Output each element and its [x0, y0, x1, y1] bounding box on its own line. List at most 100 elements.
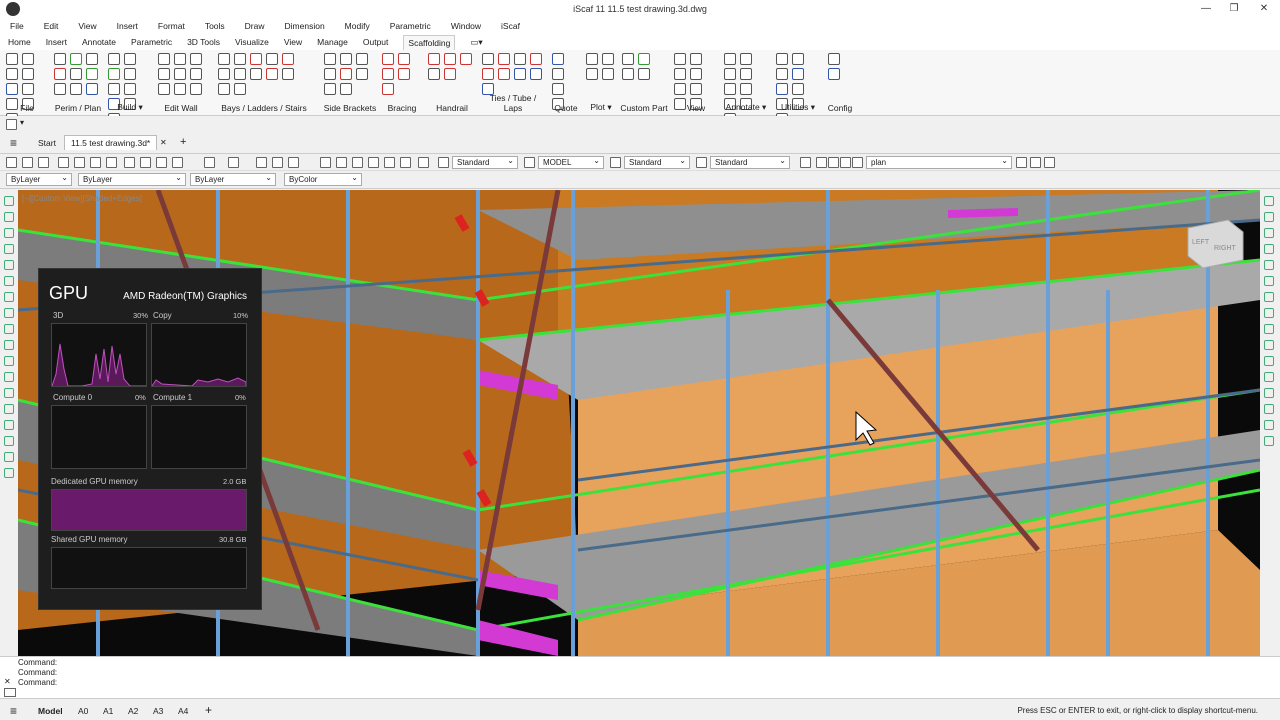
region-icon[interactable]: [4, 372, 14, 382]
layer-states-icon[interactable]: [1030, 157, 1041, 168]
menu-insert[interactable]: Insert: [117, 21, 138, 31]
save-icon[interactable]: [6, 119, 17, 130]
menu-view[interactable]: View: [78, 21, 96, 31]
tab-parametric[interactable]: Parametric: [131, 37, 172, 47]
boundary-icon[interactable]: [4, 420, 14, 430]
tab-annotate[interactable]: Annotate: [82, 37, 116, 47]
mleader-style-select[interactable]: Standard: [710, 155, 790, 169]
close-tab-icon[interactable]: ✕: [160, 138, 167, 147]
group-label-build[interactable]: Build ▾: [106, 102, 154, 113]
print-icon[interactable]: [58, 157, 69, 168]
open-icon[interactable]: [22, 157, 33, 168]
group-label-custom-part[interactable]: Custom Part: [620, 103, 668, 113]
tab-start[interactable]: Start: [32, 136, 62, 150]
new-icon[interactable]: [6, 157, 17, 168]
offset-icon[interactable]: [1264, 244, 1274, 254]
save-icon[interactable]: [38, 157, 49, 168]
hatch-icon[interactable]: [4, 356, 14, 366]
group-label-perim-plan[interactable]: Perim / Plan: [52, 103, 104, 113]
tab-visualize[interactable]: Visualize: [235, 37, 269, 47]
ellipse-icon[interactable]: [4, 308, 14, 318]
group-label-ties[interactable]: Ties / Tube / Laps: [480, 93, 546, 113]
command-input[interactable]: [38, 687, 1278, 697]
restore-button[interactable]: ❐: [1224, 2, 1244, 16]
layer-previous-icon[interactable]: [1016, 157, 1027, 168]
text-style-select[interactable]: Standard: [452, 155, 518, 169]
arc-icon[interactable]: [4, 228, 14, 238]
stretch-icon[interactable]: [1264, 324, 1274, 334]
menu-tools[interactable]: Tools: [205, 21, 225, 31]
point-icon[interactable]: [4, 340, 14, 350]
scale-icon[interactable]: [1264, 308, 1274, 318]
table-icon[interactable]: [4, 388, 14, 398]
rotate-icon[interactable]: [1264, 292, 1274, 302]
ribbon-options-icon[interactable]: ▭▾: [470, 37, 482, 48]
tool-palettes-icon[interactable]: [352, 157, 363, 168]
layout-tab-a1[interactable]: A1: [103, 706, 113, 716]
break-icon[interactable]: [1264, 372, 1274, 382]
group-label-view[interactable]: View: [672, 103, 720, 113]
close-command-icon[interactable]: ✕: [4, 677, 11, 686]
rectangle-icon[interactable]: [4, 260, 14, 270]
pan-icon[interactable]: [256, 157, 267, 168]
copy-object-icon[interactable]: [1264, 212, 1274, 222]
chevron-down-icon[interactable]: ▾: [20, 118, 24, 127]
join-icon[interactable]: [1264, 388, 1274, 398]
menu-iscaf[interactable]: iScaf: [501, 21, 520, 31]
space-icon[interactable]: [524, 157, 535, 168]
add-tab-icon[interactable]: +: [180, 136, 186, 148]
design-center-icon[interactable]: [336, 157, 347, 168]
circle-icon[interactable]: [4, 276, 14, 286]
erase-icon[interactable]: [1264, 196, 1274, 206]
undo-icon[interactable]: [204, 157, 215, 168]
layer-manager-icon[interactable]: [800, 157, 811, 168]
array-icon[interactable]: [1264, 260, 1274, 270]
menu-parametric[interactable]: Parametric: [390, 21, 431, 31]
tab-home[interactable]: Home: [8, 37, 31, 47]
tab-view[interactable]: View: [284, 37, 302, 47]
close-button[interactable]: ✕: [1254, 2, 1274, 16]
wipeout-icon[interactable]: [4, 436, 14, 446]
mtext-icon[interactable]: [4, 452, 14, 462]
publish-icon[interactable]: [90, 157, 101, 168]
layout-tab-model[interactable]: Model: [38, 706, 63, 716]
spline-icon[interactable]: [4, 292, 14, 302]
menu-dimension[interactable]: Dimension: [285, 21, 325, 31]
layout-tab-a3[interactable]: A3: [153, 706, 163, 716]
group-label-bays[interactable]: Bays / Ladders / Stairs: [216, 103, 312, 113]
calculator-icon[interactable]: [400, 157, 411, 168]
add-selected-icon[interactable]: [4, 468, 14, 478]
redo-icon[interactable]: [228, 157, 239, 168]
layout-tab-a2[interactable]: A2: [128, 706, 138, 716]
paste-icon[interactable]: [156, 157, 167, 168]
layer-select[interactable]: plan: [866, 155, 1012, 169]
extend-icon[interactable]: [1264, 356, 1274, 366]
plot-icon[interactable]: [106, 157, 117, 168]
menu-draw[interactable]: Draw: [245, 21, 265, 31]
tab-3d-tools[interactable]: 3D Tools: [187, 37, 220, 47]
layout-menu-icon[interactable]: ≡: [10, 704, 17, 718]
group-label-edit-wall[interactable]: Edit Wall: [156, 103, 206, 113]
chamfer-icon[interactable]: [1264, 404, 1274, 414]
layer-walk-icon[interactable]: [1044, 157, 1055, 168]
properties-icon[interactable]: [320, 157, 331, 168]
space-select[interactable]: MODEL: [538, 155, 604, 169]
insert-block-icon[interactable]: [4, 324, 14, 334]
menu-window[interactable]: Window: [451, 21, 481, 31]
sheet-set-icon[interactable]: [368, 157, 379, 168]
match-properties-icon[interactable]: [172, 157, 183, 168]
tab-output[interactable]: Output: [363, 37, 389, 47]
line-icon[interactable]: [4, 196, 14, 206]
gradient-icon[interactable]: [4, 404, 14, 414]
dim-style-icon[interactable]: [610, 157, 621, 168]
add-layout-icon[interactable]: +: [205, 703, 212, 717]
lineweight-select[interactable]: ByLayer: [190, 172, 276, 186]
text-style-icon[interactable]: [438, 157, 449, 168]
menu-format[interactable]: Format: [158, 21, 185, 31]
minimize-button[interactable]: —: [1196, 2, 1216, 16]
menu-modify[interactable]: Modify: [345, 21, 370, 31]
copy-icon[interactable]: [140, 157, 151, 168]
viewport-label[interactable]: [−][Custom View][Shaded+Edges]: [22, 194, 142, 203]
tab-manage[interactable]: Manage: [317, 37, 348, 47]
tab-insert[interactable]: Insert: [46, 37, 67, 47]
